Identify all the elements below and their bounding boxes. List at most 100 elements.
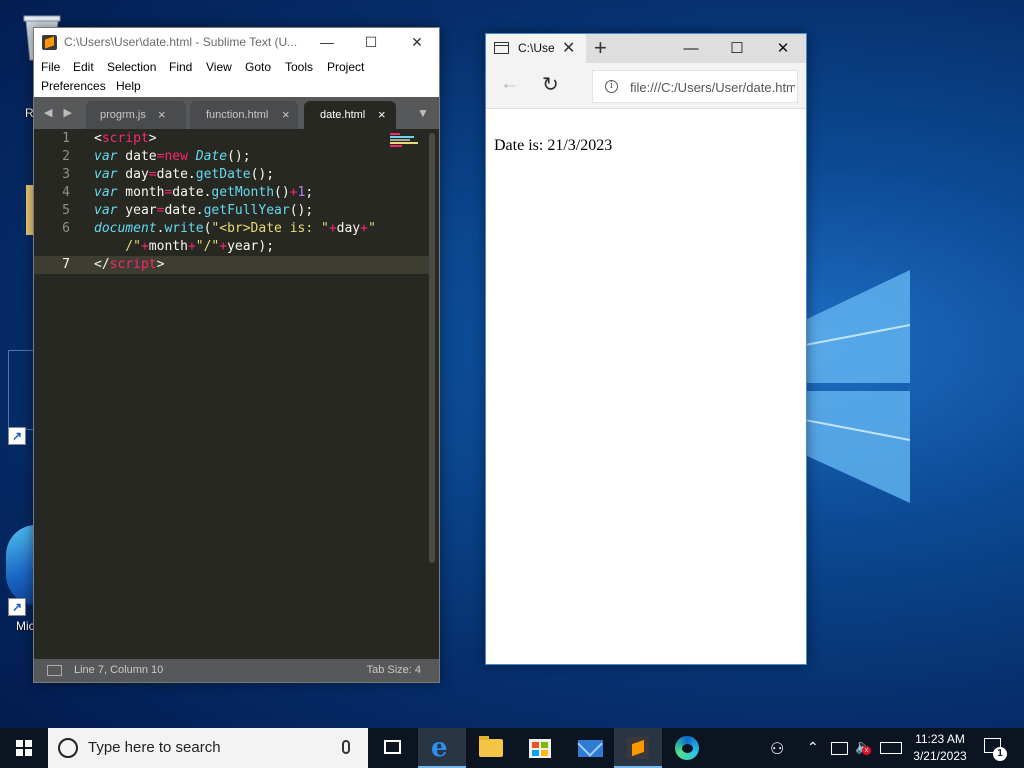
sublime-icon: [627, 737, 649, 759]
browser-window: C:\Users\User\date.html ✕ + — ☐ ✕ ← ↻ i …: [485, 33, 807, 665]
line-number: 4: [62, 185, 70, 200]
tab-label: date.html: [320, 109, 366, 121]
browser-toolbar: ← ↻ i file:///C:/Users/User/date.html: [486, 63, 806, 109]
code-line: var month=date.getMonth()+1;: [94, 185, 314, 200]
sublime-text-window: C:\Users\User\date.html - Sublime Text (…: [33, 27, 440, 683]
taskbar-store[interactable]: [516, 728, 564, 768]
tab-dropdown-icon[interactable]: ▼: [417, 106, 429, 120]
tab-date-html[interactable]: date.html ×: [304, 101, 396, 129]
browser-tab-title: C:\Users\User\date.html: [518, 41, 554, 55]
tab-progrm-js[interactable]: progrm.js ×: [86, 101, 186, 129]
network-icon[interactable]: [831, 742, 848, 755]
notification-count-badge: 1: [993, 747, 1007, 761]
taskbar: Type here to search e ⚇ ⌃ 🔈 x 11:23 AM 3…: [0, 728, 1024, 768]
search-box[interactable]: Type here to search: [48, 728, 368, 768]
page-icon: [494, 42, 509, 54]
clock[interactable]: 11:23 AM 3/21/2023: [910, 731, 970, 765]
taskbar-mail[interactable]: [566, 728, 614, 768]
tab-nav-arrows-icon[interactable]: ◀ ▶: [44, 106, 76, 119]
file-explorer-icon: [479, 736, 503, 757]
new-tab-button[interactable]: +: [594, 35, 607, 61]
store-icon: [529, 739, 551, 758]
search-placeholder: Type here to search: [88, 739, 221, 756]
cursor-position: Line 7, Column 10: [74, 664, 164, 676]
line-number: 3: [62, 167, 70, 182]
tab-label: progrm.js: [100, 109, 146, 121]
vertical-scrollbar[interactable]: [429, 133, 435, 563]
start-button[interactable]: [0, 728, 48, 768]
task-view-icon: [384, 740, 401, 754]
close-button[interactable]: ✕: [394, 28, 440, 57]
refresh-icon[interactable]: ↻: [542, 72, 559, 97]
menu-help[interactable]: Help: [116, 79, 141, 93]
tab-size-indicator[interactable]: Tab Size: 4: [367, 664, 421, 676]
info-icon[interactable]: i: [605, 80, 618, 93]
code-line: var day=date.getDate();: [94, 167, 275, 182]
menu-edit[interactable]: Edit: [73, 60, 94, 74]
close-button[interactable]: ✕: [760, 34, 806, 63]
menu-view[interactable]: View: [206, 60, 232, 74]
microphone-icon[interactable]: [342, 740, 350, 754]
tab-close-icon[interactable]: ×: [378, 107, 386, 122]
back-arrow-icon[interactable]: ←: [500, 73, 519, 95]
cortana-icon: [58, 738, 78, 758]
menu-goto[interactable]: Goto: [245, 60, 271, 74]
code-line: var date=new Date();: [94, 149, 251, 164]
task-view-button[interactable]: [368, 728, 416, 768]
maximize-button[interactable]: ☐: [714, 34, 760, 63]
tab-close-icon[interactable]: ×: [158, 107, 166, 122]
menu-tools[interactable]: Tools: [285, 60, 313, 74]
maximize-button[interactable]: ☐: [348, 28, 394, 57]
panel-toggle-icon[interactable]: [47, 665, 62, 676]
window-title: C:\Users\User\date.html - Sublime Text (…: [64, 35, 298, 49]
taskbar-edge-legacy[interactable]: e: [418, 728, 466, 768]
desktop-icon-label: Mic: [16, 619, 35, 633]
edge-legacy-icon: e: [431, 733, 448, 763]
page-content: Date is: 21/3/2023: [486, 110, 806, 664]
code-editor[interactable]: 1 2 3 4 5 6 7 <script> var date=new Date…: [34, 129, 439, 659]
minimize-button[interactable]: —: [668, 34, 714, 63]
clock-time: 11:23 AM: [915, 732, 965, 746]
address-url[interactable]: file:///C:/Users/User/date.html: [630, 80, 795, 95]
shortcut-arrow-icon: ↗: [8, 598, 26, 616]
menu-selection[interactable]: Selection: [107, 60, 156, 74]
show-hidden-icons-chevron-icon[interactable]: ⌃: [807, 739, 819, 756]
tab-close-icon[interactable]: ×: [282, 107, 290, 122]
menu-preferences[interactable]: Preferences: [41, 79, 106, 93]
edge-icon: [675, 736, 699, 760]
title-bar[interactable]: C:\Users\User\date.html - Sublime Text (…: [34, 28, 439, 57]
line-number: 5: [62, 203, 70, 218]
volume-muted-badge: x: [862, 746, 871, 755]
minimize-button[interactable]: —: [304, 28, 350, 57]
code-line: /"+month+"/"+year);: [94, 239, 275, 254]
line-number: 6: [62, 221, 70, 236]
menu-file[interactable]: File: [41, 60, 60, 74]
browser-tab[interactable]: C:\Users\User\date.html ✕: [486, 34, 586, 63]
mail-icon: [578, 740, 603, 757]
browser-tab-bar: C:\Users\User\date.html ✕ + — ☐ ✕: [486, 34, 806, 63]
desktop-icon-frame: [8, 350, 36, 430]
minimap[interactable]: [390, 133, 422, 147]
browser-tab-close-icon[interactable]: ✕: [562, 38, 575, 58]
code-line: document.write("<br>Date is: "+day+": [94, 221, 376, 236]
line-gutter: 1 2 3 4 5 6 7: [34, 129, 90, 659]
menu-find[interactable]: Find: [169, 60, 192, 74]
windows-start-icon: [16, 740, 32, 756]
sublime-app-icon: [42, 35, 57, 50]
code-line: </script>: [94, 257, 165, 272]
edge-desktop-icon[interactable]: [6, 525, 36, 605]
taskbar-edge[interactable]: [663, 728, 711, 768]
taskbar-file-explorer[interactable]: [467, 728, 515, 768]
status-bar: Line 7, Column 10 Tab Size: 4: [34, 659, 439, 682]
people-icon[interactable]: ⚇: [770, 739, 784, 759]
line-number: 7: [62, 257, 70, 272]
page-output-text: Date is: 21/3/2023: [494, 137, 613, 154]
menu-project[interactable]: Project: [327, 60, 364, 74]
address-bar[interactable]: i file:///C:/Users/User/date.html: [592, 70, 798, 103]
code-line: var year=date.getFullYear();: [94, 203, 314, 218]
line-number: 1: [62, 131, 70, 146]
taskbar-sublime[interactable]: [614, 728, 662, 768]
tab-function-html[interactable]: function.html ×: [190, 101, 298, 129]
tab-label: function.html: [206, 109, 269, 121]
keyboard-icon[interactable]: [880, 742, 902, 754]
